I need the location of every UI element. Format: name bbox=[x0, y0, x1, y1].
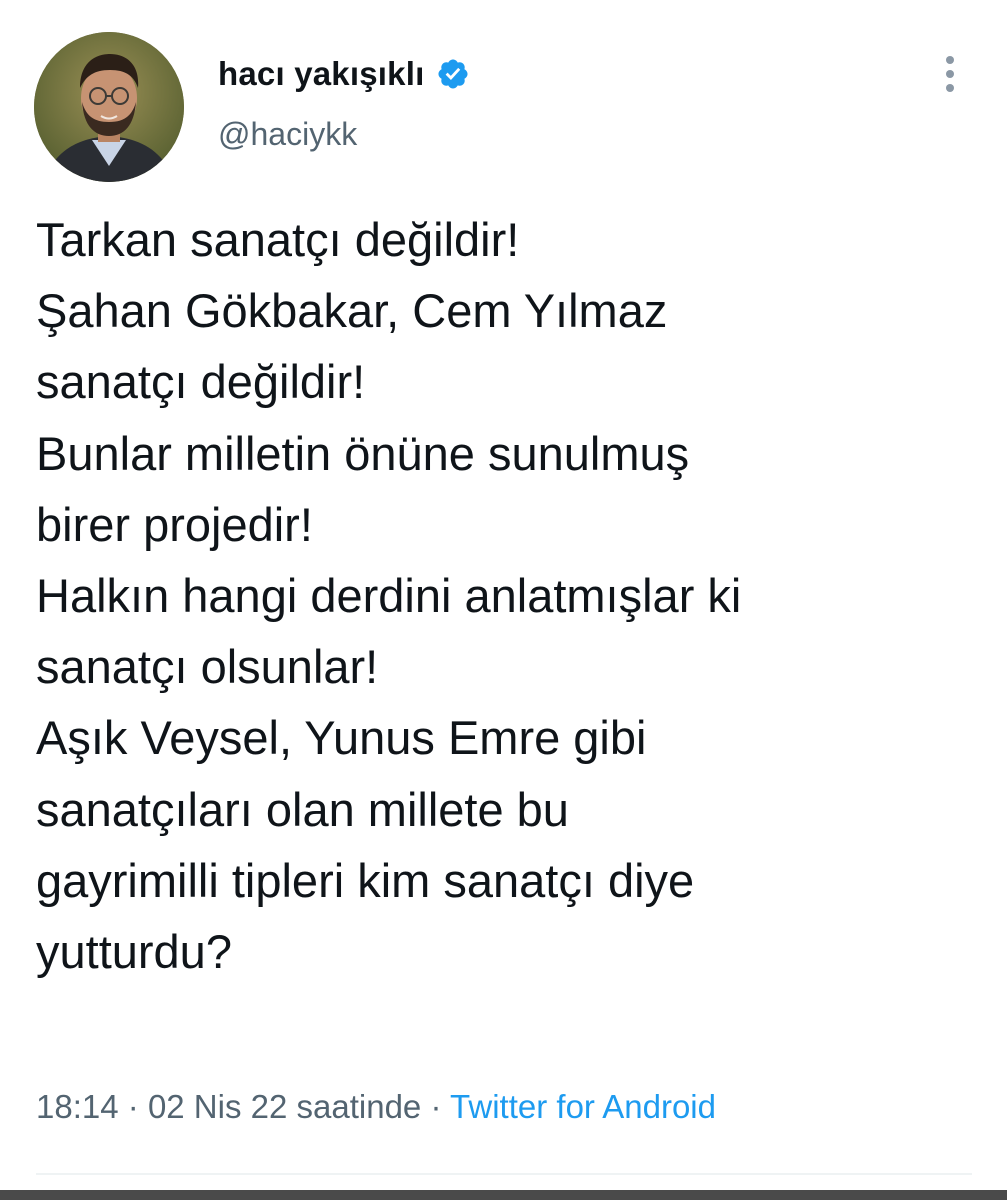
avatar[interactable] bbox=[34, 32, 184, 182]
divider bbox=[36, 1173, 972, 1175]
tweet-line: Tarkan sanatçı değildir! bbox=[36, 213, 520, 266]
avatar-image bbox=[34, 32, 184, 182]
tweet-meta: 18:14 · 02 Nis 22 saatinde · Twitter for… bbox=[36, 1088, 716, 1126]
tweet-line: sanatçı değildir! bbox=[36, 355, 366, 409]
tweet-line: birer projedir! bbox=[36, 497, 313, 551]
tweet-line: Aşık Veysel, Yunus Emre gibi bbox=[36, 711, 647, 765]
meta-separator: · bbox=[127, 1088, 139, 1125]
meta-separator: · bbox=[430, 1088, 442, 1125]
more-vertical-icon[interactable] bbox=[936, 54, 964, 94]
display-name[interactable]: hacı yakışıklı bbox=[218, 55, 424, 93]
author-name-row: hacı yakışıklı bbox=[218, 52, 470, 96]
tweet-card: hacı yakışıklı @haciykk Tarkan sanatçı d… bbox=[0, 0, 1007, 1200]
tweet-source-link[interactable]: Twitter for Android bbox=[450, 1088, 716, 1125]
tweet-line: Bunlar milletin önüne sunulmuş bbox=[36, 426, 690, 480]
verified-badge-icon bbox=[438, 59, 468, 89]
tweet-line: yutturdu? bbox=[36, 925, 232, 979]
tweet-line: Halkın hangi derdini anlatmışlar ki bbox=[36, 569, 742, 623]
tweet-time[interactable]: 18:14 bbox=[36, 1088, 119, 1125]
bottom-edge bbox=[0, 1190, 1007, 1200]
handle[interactable]: @haciykk bbox=[218, 116, 357, 153]
tweet-line: sanatçı olsunlar! bbox=[36, 640, 379, 694]
tweet-line: Şahan Gökbakar, Cem Yılmaz bbox=[36, 284, 668, 338]
tweet-line: gayrimilli tipleri kim sanatçı diye bbox=[36, 853, 695, 907]
tweet-line: sanatçıları olan millete bu bbox=[36, 782, 569, 836]
tweet-date[interactable]: 02 Nis 22 saatinde bbox=[148, 1088, 421, 1125]
tweet-text: Tarkan sanatçı değildir! Şahan Gökbakar,… bbox=[36, 204, 986, 987]
